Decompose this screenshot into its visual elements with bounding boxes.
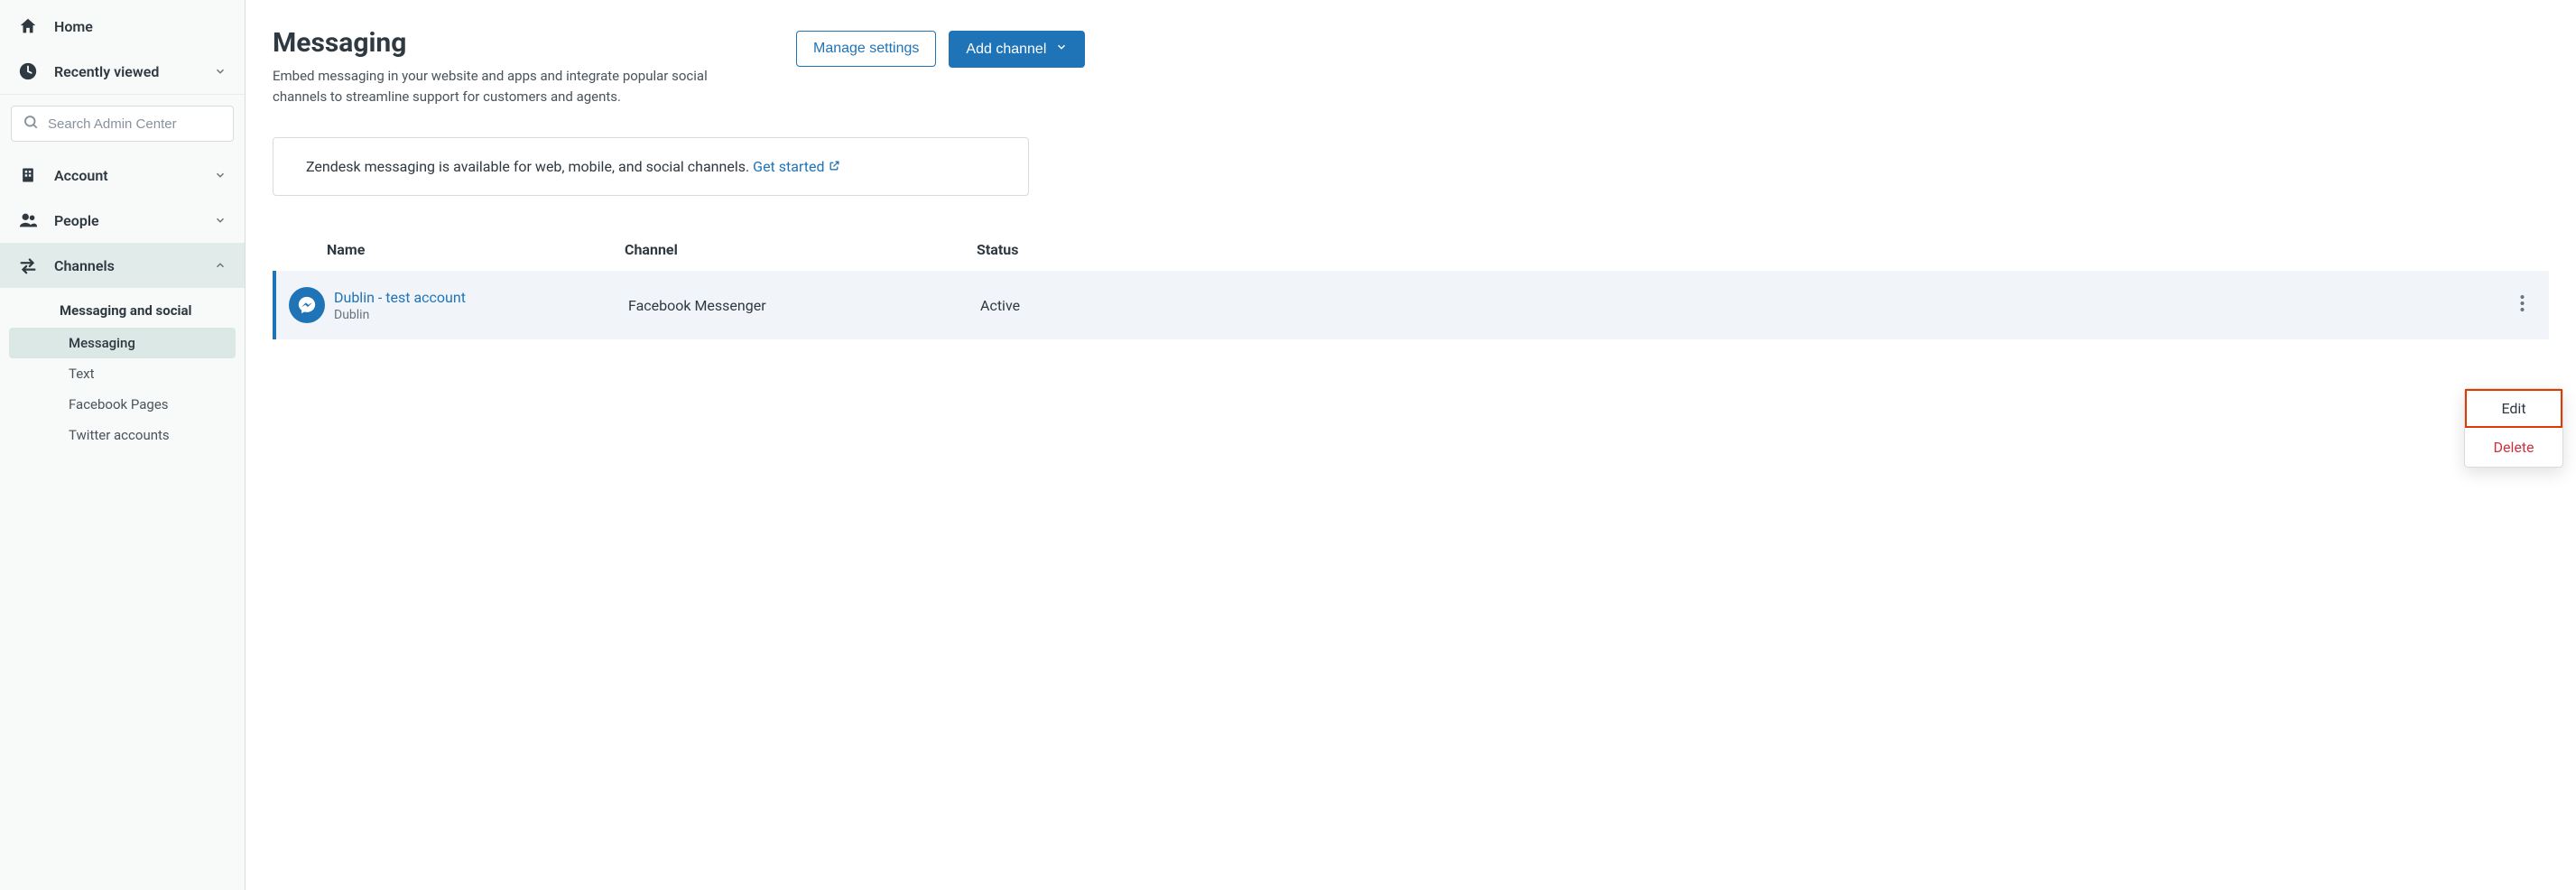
- button-label: Add channel: [966, 42, 1046, 58]
- menu-item-delete[interactable]: Delete: [2465, 428, 2562, 467]
- table-header-row: Name Channel Status: [273, 241, 2549, 271]
- row-name-sub: Dublin: [334, 308, 628, 322]
- col-header-actions: [2495, 241, 2549, 258]
- sidebar-subitem-messaging[interactable]: Messaging: [9, 328, 236, 358]
- building-icon: [18, 165, 38, 185]
- table-row[interactable]: Dublin - test account Dublin Facebook Me…: [273, 271, 2549, 339]
- external-link-icon: [829, 158, 840, 175]
- sidebar-sublist: Messaging and social Messaging Text Face…: [0, 288, 245, 450]
- search-wrap: [0, 95, 245, 153]
- sidebar-item-label: Home: [54, 18, 227, 35]
- search-input[interactable]: [48, 116, 222, 132]
- people-icon: [18, 210, 38, 230]
- link-label: Get started: [753, 158, 824, 175]
- sidebar-subheading: Messaging and social: [0, 293, 245, 328]
- channels-table: Name Channel Status Dublin - test accoun…: [273, 241, 2549, 339]
- sidebar-item-label: Recently viewed: [54, 63, 198, 80]
- chevron-down-icon: [214, 65, 227, 78]
- add-channel-button[interactable]: Add channel: [949, 31, 1085, 68]
- search-box[interactable]: [11, 106, 234, 142]
- title-block: Messaging Embed messaging in your websit…: [273, 27, 760, 107]
- col-header-channel: Channel: [625, 241, 977, 258]
- action-buttons: Manage settings Add channel: [796, 31, 1085, 68]
- row-name-block: Dublin - test account Dublin: [334, 289, 628, 322]
- sidebar-subitem-facebook-pages[interactable]: Facebook Pages: [9, 389, 236, 420]
- menu-item-edit[interactable]: Edit: [2465, 389, 2562, 428]
- manage-settings-button[interactable]: Manage settings: [796, 31, 936, 67]
- page-description: Embed messaging in your website and apps…: [273, 66, 760, 107]
- sidebar-item-label: Channels: [54, 257, 198, 274]
- button-label: Manage settings: [813, 41, 919, 57]
- chevron-up-icon: [214, 259, 227, 272]
- row-name-link[interactable]: Dublin - test account: [334, 289, 466, 306]
- sidebar: Home Recently viewed Account Pe: [0, 0, 246, 890]
- clock-icon: [18, 61, 38, 81]
- info-card: Zendesk messaging is available for web, …: [273, 137, 1029, 196]
- sidebar-item-label: People: [54, 212, 198, 229]
- sidebar-item-people[interactable]: People: [0, 198, 245, 243]
- arrows-icon: [18, 255, 38, 275]
- sidebar-item-home[interactable]: Home: [0, 4, 245, 49]
- chevron-down-icon: [1055, 41, 1068, 58]
- row-channel: Facebook Messenger: [628, 297, 980, 314]
- page-header: Messaging Embed messaging in your websit…: [273, 27, 2549, 107]
- get-started-link[interactable]: Get started: [753, 158, 839, 175]
- chevron-down-icon: [214, 214, 227, 227]
- main-content: Messaging Embed messaging in your websit…: [246, 0, 2576, 890]
- row-context-menu: Edit Delete: [2464, 388, 2563, 468]
- info-text: Zendesk messaging is available for web, …: [306, 158, 753, 175]
- row-actions: [2495, 290, 2549, 320]
- chevron-down-icon: [214, 169, 227, 181]
- search-icon: [23, 114, 39, 134]
- messenger-avatar-icon: [289, 287, 325, 323]
- row-status: Active: [980, 297, 2495, 314]
- col-header-status: Status: [977, 241, 2495, 258]
- col-header-name: Name: [273, 241, 625, 258]
- sidebar-subitem-twitter-accounts[interactable]: Twitter accounts: [9, 420, 236, 450]
- sidebar-item-channels[interactable]: Channels: [0, 243, 245, 288]
- sidebar-item-recently-viewed[interactable]: Recently viewed: [0, 49, 245, 94]
- sidebar-item-account[interactable]: Account: [0, 153, 245, 198]
- home-icon: [18, 16, 38, 36]
- sidebar-item-label: Account: [54, 167, 198, 184]
- page-title: Messaging: [273, 27, 760, 59]
- sidebar-subitem-text[interactable]: Text: [9, 358, 236, 389]
- kebab-menu-icon[interactable]: [2513, 290, 2532, 320]
